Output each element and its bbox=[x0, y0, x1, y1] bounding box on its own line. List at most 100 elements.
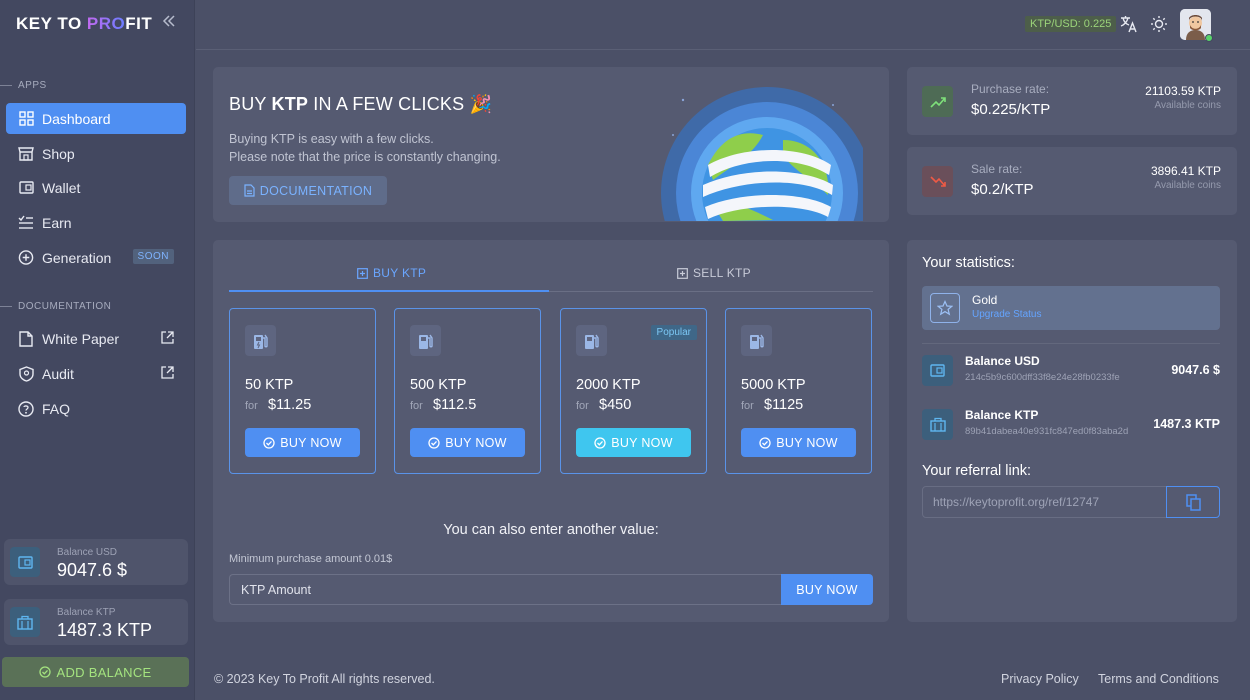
tab-buy-ktp[interactable]: BUY KTP bbox=[357, 266, 426, 280]
buy-now-button[interactable]: BUY NOW bbox=[245, 428, 360, 457]
topbar: KTP/USD: 0.225 bbox=[196, 0, 1250, 50]
package-amount: 50 KTP bbox=[245, 377, 294, 393]
shop-icon bbox=[18, 146, 34, 162]
divider bbox=[922, 343, 1220, 344]
sidebar-balance-ktp: Balance KTP 1487.3 KTP bbox=[4, 599, 188, 645]
add-balance-button[interactable]: ADD BALANCE bbox=[2, 657, 189, 687]
stat-hash: 89b41dabea40e931fc847ed0f83aba2d bbox=[965, 426, 1129, 437]
sidebar-item-label: Audit bbox=[42, 365, 74, 382]
trending-up-icon bbox=[922, 86, 953, 117]
sidebar-item-earn[interactable]: Earn bbox=[6, 207, 186, 238]
stat-balance-usd: Balance USD 214c5b9c600dff33f8e24e28fb02… bbox=[922, 354, 1220, 388]
divider bbox=[0, 306, 12, 307]
package-amount: 500 KTP bbox=[410, 377, 467, 393]
add-circle-icon bbox=[18, 250, 34, 266]
section-label-apps: APPS bbox=[18, 80, 47, 91]
buy-now-button[interactable]: BUY NOW bbox=[741, 428, 856, 457]
package-card-popular[interactable]: Popular 2000 KTP for $450 BUY NOW bbox=[560, 308, 707, 474]
purchase-rate-card: Purchase rate: $0.225/KTP 21103.59 KTP A… bbox=[907, 67, 1237, 135]
brand-logo[interactable]: KEY TO PROFIT bbox=[16, 14, 152, 34]
buy-now-button[interactable]: BUY NOW bbox=[576, 428, 691, 457]
help-circle-icon bbox=[18, 400, 34, 417]
buy-now-button[interactable]: BUY NOW bbox=[410, 428, 525, 457]
globe-illustration bbox=[653, 85, 863, 221]
balance-value: 1487.3 KTP bbox=[57, 620, 153, 640]
star-icon bbox=[930, 293, 960, 323]
document-icon bbox=[244, 184, 255, 197]
sale-rate-card: Sale rate: $0.2/KTP 3896.41 KTP Availabl… bbox=[907, 147, 1237, 215]
sidebar-item-generation[interactable]: Generation SOON bbox=[6, 242, 186, 273]
package-amount: 5000 KTP bbox=[741, 377, 806, 393]
sidebar-item-audit[interactable]: Audit bbox=[6, 358, 186, 389]
stat-value: 9047.6 $ bbox=[1171, 363, 1220, 377]
briefcase-icon bbox=[922, 409, 953, 440]
sidebar-item-label: Earn bbox=[42, 214, 72, 231]
external-link-icon bbox=[161, 331, 174, 347]
external-link-icon bbox=[161, 366, 174, 382]
tab-sell-ktp[interactable]: SELL KTP bbox=[677, 266, 751, 280]
hero-card: BUY KTP IN A FEW CLICKS 🎉 Buying KTP is … bbox=[213, 67, 889, 222]
sidebar-item-label: FAQ bbox=[42, 400, 71, 417]
stat-name: Balance KTP bbox=[965, 408, 1039, 422]
terms-link[interactable]: Terms and Conditions bbox=[1098, 672, 1219, 686]
balance-label: Balance KTP bbox=[57, 607, 116, 618]
privacy-policy-link[interactable]: Privacy Policy bbox=[1001, 672, 1079, 686]
check-circle-icon bbox=[594, 436, 606, 449]
trade-card: BUY KTP SELL KTP 50 KTP for $11.25 BUY N… bbox=[213, 240, 889, 622]
collapse-sidebar-icon[interactable] bbox=[162, 14, 176, 33]
hero-title: BUY KTP IN A FEW CLICKS 🎉 bbox=[229, 94, 493, 114]
online-status-dot bbox=[1205, 34, 1213, 42]
package-card[interactable]: 500 KTP for $112.5 BUY NOW bbox=[394, 308, 541, 474]
fuel-icon bbox=[576, 325, 607, 356]
stat-value: 1487.3 KTP bbox=[1153, 417, 1220, 431]
purchase-available-amount: 21103.59 KTP bbox=[1145, 84, 1221, 98]
status-name: Gold bbox=[972, 293, 998, 307]
fuel-icon bbox=[245, 325, 276, 356]
check-circle-icon bbox=[39, 666, 52, 678]
sidebar-item-wallet[interactable]: Wallet bbox=[6, 172, 186, 203]
divider bbox=[0, 85, 12, 86]
checklist-icon bbox=[18, 215, 34, 231]
documentation-label: DOCUMENTATION bbox=[259, 183, 373, 198]
status-box: Gold Upgrade Status bbox=[922, 286, 1220, 330]
sidebar-balance-usd: Balance USD 9047.6 $ bbox=[4, 539, 188, 585]
add-balance-label: ADD BALANCE bbox=[56, 664, 152, 680]
custom-buy-now-button[interactable]: BUY NOW bbox=[781, 574, 873, 605]
package-card[interactable]: 5000 KTP for $1125 BUY NOW bbox=[725, 308, 872, 474]
sidebar-item-white-paper[interactable]: White Paper bbox=[6, 323, 186, 354]
package-price: $450 bbox=[599, 397, 632, 413]
check-circle-icon bbox=[428, 436, 440, 449]
sale-rate-value: $0.2/KTP bbox=[971, 181, 1034, 198]
balance-value: 9047.6 $ bbox=[57, 560, 128, 580]
sidebar-item-faq[interactable]: FAQ bbox=[6, 393, 186, 424]
sale-available-amount: 3896.41 KTP bbox=[1150, 164, 1221, 178]
tab-label: SELL KTP bbox=[693, 266, 751, 280]
fuel-icon bbox=[410, 325, 441, 356]
ktp-amount-input[interactable] bbox=[229, 574, 781, 605]
shield-icon bbox=[18, 365, 34, 382]
plus-square-icon bbox=[357, 267, 368, 279]
theme-sun-icon[interactable] bbox=[1150, 15, 1168, 33]
sidebar-item-shop[interactable]: Shop bbox=[6, 138, 186, 169]
check-circle-icon bbox=[759, 436, 771, 449]
sidebar-item-label: Generation bbox=[42, 249, 112, 266]
stat-name: Balance USD bbox=[965, 354, 1040, 368]
briefcase-icon bbox=[10, 607, 40, 637]
copy-button[interactable] bbox=[1166, 486, 1220, 518]
upgrade-status-link[interactable]: Upgrade Status bbox=[972, 309, 1042, 320]
footer-copyright: © 2023 Key To Profit All rights reserved… bbox=[214, 672, 435, 686]
fuel-icon bbox=[741, 325, 772, 356]
translate-icon[interactable] bbox=[1120, 15, 1138, 33]
wallet-icon bbox=[18, 180, 34, 196]
sidebar-item-dashboard[interactable]: Dashboard bbox=[6, 103, 186, 134]
package-card[interactable]: 50 KTP for $11.25 BUY NOW bbox=[229, 308, 376, 474]
sale-rate-label: Sale rate: bbox=[971, 162, 1023, 176]
tab-active-indicator bbox=[229, 290, 549, 292]
documentation-button[interactable]: DOCUMENTATION bbox=[229, 176, 387, 205]
sale-available-label: Available coins bbox=[1154, 180, 1221, 191]
sidebar-item-label: Shop bbox=[42, 145, 75, 162]
hero-description: Buying KTP is easy with a few clicks. Pl… bbox=[229, 132, 501, 164]
referral-link-field[interactable] bbox=[922, 486, 1167, 518]
stat-hash: 214c5b9c600dff33f8e24e28fb0233fe bbox=[965, 372, 1120, 383]
sidebar-item-label: Wallet bbox=[42, 179, 81, 196]
